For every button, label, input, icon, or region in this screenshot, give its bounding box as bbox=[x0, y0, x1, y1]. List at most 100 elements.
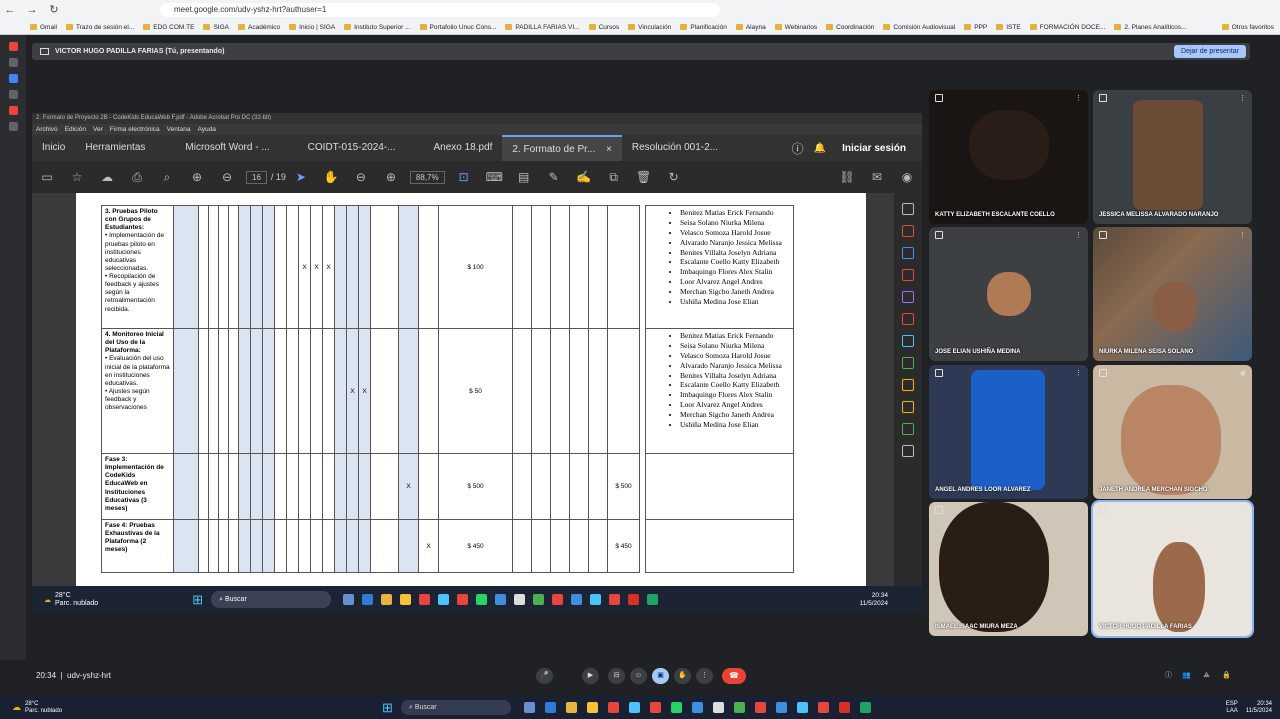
taskbar-app-icon[interactable] bbox=[670, 702, 682, 713]
bookmark-item[interactable]: ISTE bbox=[996, 24, 1020, 31]
bookmark-item[interactable]: Planificación bbox=[680, 24, 727, 31]
sign-in-button[interactable]: Iniciar sesión bbox=[842, 143, 922, 154]
lang-layout[interactable]: LAA bbox=[1226, 708, 1237, 714]
bookmark-item[interactable]: Alayna bbox=[736, 24, 766, 31]
taskbar-app-icon[interactable] bbox=[649, 702, 661, 713]
select-cursor-icon[interactable]: ➤ bbox=[293, 170, 309, 184]
tool-icon[interactable] bbox=[902, 423, 914, 435]
camera-button[interactable]: ▶ bbox=[582, 668, 599, 684]
print-icon[interactable]: ⎙ bbox=[129, 170, 145, 185]
captions-button[interactable]: ⊟ bbox=[608, 668, 625, 684]
bookmark-item[interactable]: Webinarios bbox=[775, 24, 817, 31]
account-icon[interactable]: ◉ bbox=[899, 170, 915, 184]
acrobat-tab[interactable]: Inicio bbox=[32, 135, 75, 161]
help-icon[interactable]: ⓘ bbox=[792, 140, 804, 157]
taskbar-app-icon[interactable] bbox=[523, 702, 535, 713]
stamp-icon[interactable]: ⧉ bbox=[606, 170, 622, 185]
more-options-button[interactable]: ⋮ bbox=[696, 668, 713, 684]
bookmark-item[interactable]: Académico bbox=[238, 24, 280, 31]
participant-tile[interactable]: ⋮ ANGEL ANDRES LOOR ALVAREZ bbox=[929, 365, 1088, 499]
taskbar-app-icon[interactable] bbox=[438, 594, 450, 605]
mic-button[interactable]: 🎤 bbox=[536, 668, 553, 684]
star-icon[interactable]: ☆ bbox=[69, 170, 85, 184]
tool-icon[interactable] bbox=[902, 357, 914, 369]
tool-icon[interactable] bbox=[902, 291, 914, 303]
bookmark-item[interactable]: SIGA bbox=[203, 24, 229, 31]
info-icon[interactable]: ⓘ bbox=[1160, 668, 1177, 684]
bookmark-item[interactable]: FORMACIÓN DOCE... bbox=[1030, 24, 1106, 31]
acrobat-tab[interactable]: 2. Formato de Pr... × bbox=[502, 135, 622, 161]
acrobat-tab[interactable]: COIDT-015-2024-... bbox=[298, 135, 406, 161]
pin-icon[interactable] bbox=[1099, 94, 1107, 102]
bookmark-item[interactable]: Trazo de sesión el... bbox=[66, 24, 134, 31]
sign-icon[interactable]: ✍ bbox=[576, 170, 592, 184]
app-icon[interactable] bbox=[8, 106, 18, 115]
mail-icon[interactable]: ✉ bbox=[869, 170, 885, 184]
pin-icon[interactable] bbox=[1099, 506, 1107, 514]
acrobat-tab[interactable]: Resolución 001-2... bbox=[622, 135, 728, 161]
taskbar-app-icon[interactable] bbox=[628, 702, 640, 713]
taskbar-app-icon[interactable] bbox=[476, 594, 488, 605]
taskbar-app-icon[interactable] bbox=[400, 594, 412, 605]
taskbar-app-icon[interactable] bbox=[817, 702, 829, 713]
save-icon[interactable]: ▭ bbox=[39, 170, 55, 184]
bookmark-item[interactable]: Comisión Audiovisual bbox=[883, 24, 955, 31]
zoom-out-icon[interactable]: ⊖ bbox=[353, 170, 369, 184]
zoom-in-icon[interactable]: ⊕ bbox=[383, 170, 399, 184]
menu-item[interactable]: Ver bbox=[93, 124, 103, 135]
link-icon[interactable]: ⛓ bbox=[839, 170, 855, 184]
participant-tile[interactable]: ⋮ KATTY ELIZABETH ESCALANTE COELLO bbox=[929, 90, 1088, 224]
tool-icon[interactable] bbox=[902, 379, 914, 391]
tool-icon[interactable] bbox=[902, 225, 914, 237]
bookmark-item[interactable]: EDG COM.TE bbox=[143, 24, 194, 31]
taskbar-app-icon[interactable] bbox=[647, 594, 659, 605]
upload-icon[interactable]: ☁ bbox=[99, 170, 115, 184]
bookmark-item[interactable]: 2. Planes Analíticos... bbox=[1114, 24, 1186, 31]
bookmark-item[interactable]: Inicio | SIGA bbox=[289, 24, 335, 31]
start-icon[interactable]: ⊞ bbox=[382, 700, 393, 716]
tool-icon[interactable] bbox=[902, 335, 914, 347]
pin-icon[interactable] bbox=[935, 94, 943, 102]
taskbar-app-icon[interactable] bbox=[343, 594, 355, 605]
tool-icon[interactable] bbox=[902, 269, 914, 281]
rotate-icon[interactable]: ↻ bbox=[666, 170, 682, 184]
menu-item[interactable]: Archivo bbox=[36, 124, 58, 135]
menu-item[interactable]: Edición bbox=[65, 124, 86, 135]
bookmark-item[interactable]: Portafolio Unuc Cons... bbox=[420, 24, 497, 31]
participant-tile[interactable]: ⋮ NIURKA MILENA SEISA SOLANO bbox=[1093, 227, 1252, 361]
taskbar-app-icon[interactable] bbox=[628, 594, 640, 605]
app-icon[interactable] bbox=[8, 42, 18, 51]
people-icon[interactable]: 👥 bbox=[1178, 668, 1195, 684]
bookmark-item[interactable]: PPP bbox=[964, 24, 987, 31]
participant-tile[interactable]: ⋮ JESSICA MELISSA ALVARADO NARANJO bbox=[1093, 90, 1252, 224]
taskbar-app-icon[interactable] bbox=[552, 594, 564, 605]
fit-page-icon[interactable]: ⊡ bbox=[456, 170, 472, 184]
taskbar-app-icon[interactable] bbox=[362, 594, 374, 605]
lock-icon[interactable]: 🔒 bbox=[1218, 668, 1235, 684]
bookmark-item[interactable]: Vinculación bbox=[628, 24, 671, 31]
emoji-button[interactable]: ☺ bbox=[630, 668, 647, 684]
participant-tile[interactable]: ◉ JANETH ANDREA MERCHAN SIGCHO bbox=[1093, 365, 1252, 499]
menu-item[interactable]: Ayuda bbox=[198, 124, 216, 135]
taskbar-app-icon[interactable] bbox=[609, 594, 621, 605]
pin-icon[interactable] bbox=[935, 369, 943, 377]
taskbar-app-icon[interactable] bbox=[590, 594, 602, 605]
pin-icon[interactable] bbox=[1099, 231, 1107, 239]
tool-icon[interactable] bbox=[902, 247, 914, 259]
raise-hand-button[interactable]: ✋ bbox=[674, 668, 691, 684]
address-bar[interactable]: meet.google.com/udv-yshz-hrt?authuser=1 bbox=[160, 3, 720, 17]
taskbar-app-icon[interactable] bbox=[565, 702, 577, 713]
taskbar-app-icon[interactable] bbox=[586, 702, 598, 713]
comment-icon[interactable]: ▤ bbox=[516, 170, 532, 184]
page-down-icon[interactable]: ⊖ bbox=[219, 170, 235, 184]
taskbar-app-icon[interactable] bbox=[381, 594, 393, 605]
hand-icon[interactable]: ✋ bbox=[323, 170, 339, 184]
bookmark-item[interactable]: Otros favoritos bbox=[1222, 24, 1274, 31]
app-icon[interactable] bbox=[8, 74, 18, 83]
participant-tile[interactable]: ⋮ VICTOR HUGO PADILLA FARIAS bbox=[1091, 500, 1254, 638]
taskbar-app-icon[interactable] bbox=[495, 594, 507, 605]
bookmark-item[interactable]: Coordinación bbox=[826, 24, 874, 31]
tool-icon[interactable] bbox=[902, 313, 914, 325]
bookmark-item[interactable]: Gmail bbox=[30, 24, 57, 31]
page-up-icon[interactable]: ⊕ bbox=[189, 170, 205, 184]
